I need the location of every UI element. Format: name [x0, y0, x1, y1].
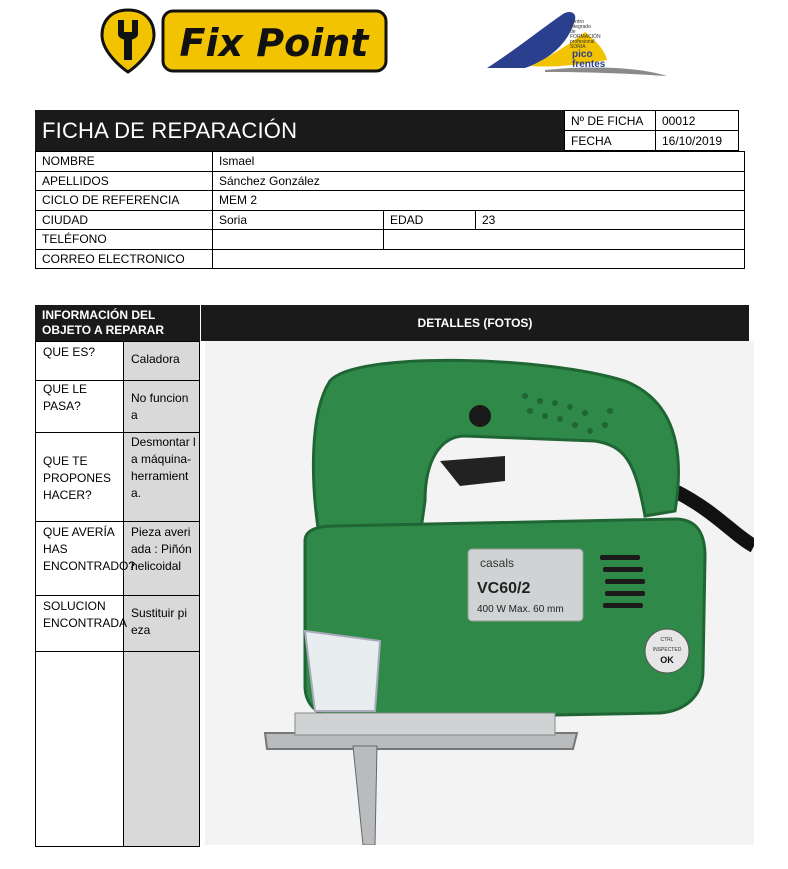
correo-value — [211, 248, 746, 269]
answer: Pieza averiada : Piñón helicoidal — [131, 525, 192, 573]
sticker-top: CTRL — [660, 637, 673, 643]
edad-value: 23 — [474, 209, 746, 230]
row-averia: QUE AVERÍA HAS ENCONTRADO? Pieza averiad… — [36, 522, 199, 596]
correo-label: CORREO ELECTRONICO — [35, 248, 213, 269]
ciudad-label: CIUDAD — [35, 209, 213, 230]
photo-model: VC60/2 — [477, 580, 530, 597]
brand-name: Fix Point — [180, 21, 371, 65]
ciclo-label: CICLO DE REFERENCIA — [35, 190, 213, 211]
telefono-value — [212, 229, 384, 250]
personal-data-table: NOMBRE Ismael APELLIDOS Sánchez González… — [35, 151, 746, 269]
sticker-ok: OK — [660, 655, 674, 665]
fecha-label: FECHA — [564, 130, 656, 151]
telefono-extra — [382, 229, 746, 250]
ficha-value: 00012 — [655, 110, 739, 131]
fecha-value: 16/10/2019 — [655, 130, 739, 151]
ciclo-value: MEM 2 — [211, 190, 746, 211]
question: SOLUCION ENCONTRADA — [43, 599, 128, 630]
repair-info-column: QUE ES? Caladora QUE LE PASA? No funcion… — [35, 341, 200, 847]
ficha-label: Nº DE FICHA — [564, 110, 656, 131]
answer: No funciona — [131, 391, 189, 422]
apellidos-label: APELLIDOS — [35, 170, 213, 191]
telefono-label: TELÉFONO — [35, 229, 213, 250]
photo-brand: casals — [480, 556, 514, 570]
question: QUE ES? — [43, 345, 96, 359]
question: QUE TE PROPONES HACER? — [43, 454, 112, 502]
edad-label: EDAD — [383, 209, 476, 230]
answer: Caladora — [131, 352, 180, 366]
ficha-meta-table: Nº DE FICHA 00012 FECHA 16/10/2019 — [564, 110, 739, 151]
fix-point-logo: Fix Point — [100, 8, 388, 74]
sticker-mid: INSPECTED — [653, 647, 682, 653]
nombre-value: Ismael — [211, 151, 746, 172]
answer: Sustituir pieza — [131, 606, 188, 637]
form-title: FICHA DE REPARACIÓN — [35, 110, 564, 151]
ciudad-value: Soria — [212, 209, 384, 230]
answer: Desmontar la máquina-herramienta. — [131, 435, 196, 500]
row-solucion: SOLUCION ENCONTRADA Sustituir pieza — [36, 596, 199, 652]
school-text: centro integrado de FORMACIÓN profesiona… — [570, 19, 601, 50]
jigsaw-photo: casals VC60/2 400 W Max. 60 mm CTRL INSP… — [205, 341, 754, 845]
apellidos-value: Sánchez González — [211, 170, 746, 191]
row-que-te-propones: QUE TE PROPONES HACER? Desmontar la máqu… — [36, 433, 199, 522]
question: QUE AVERÍA HAS ENCONTRADO? — [43, 525, 136, 573]
details-header: DETALLES (FOTOS) — [201, 305, 749, 341]
nombre-label: NOMBRE — [35, 151, 213, 172]
school-brand: pico frentes — [572, 49, 606, 70]
photo-spec: 400 W Max. 60 mm — [477, 604, 564, 615]
row-que-es: QUE ES? Caladora — [36, 342, 199, 381]
wrench-pin-icon — [100, 8, 156, 74]
question: QUE LE PASA? — [43, 382, 88, 413]
row-que-le-pasa: QUE LE PASA? No funciona — [36, 381, 199, 433]
info-header: INFORMACIÓN DEL OBJETO A REPARAR — [35, 305, 200, 341]
